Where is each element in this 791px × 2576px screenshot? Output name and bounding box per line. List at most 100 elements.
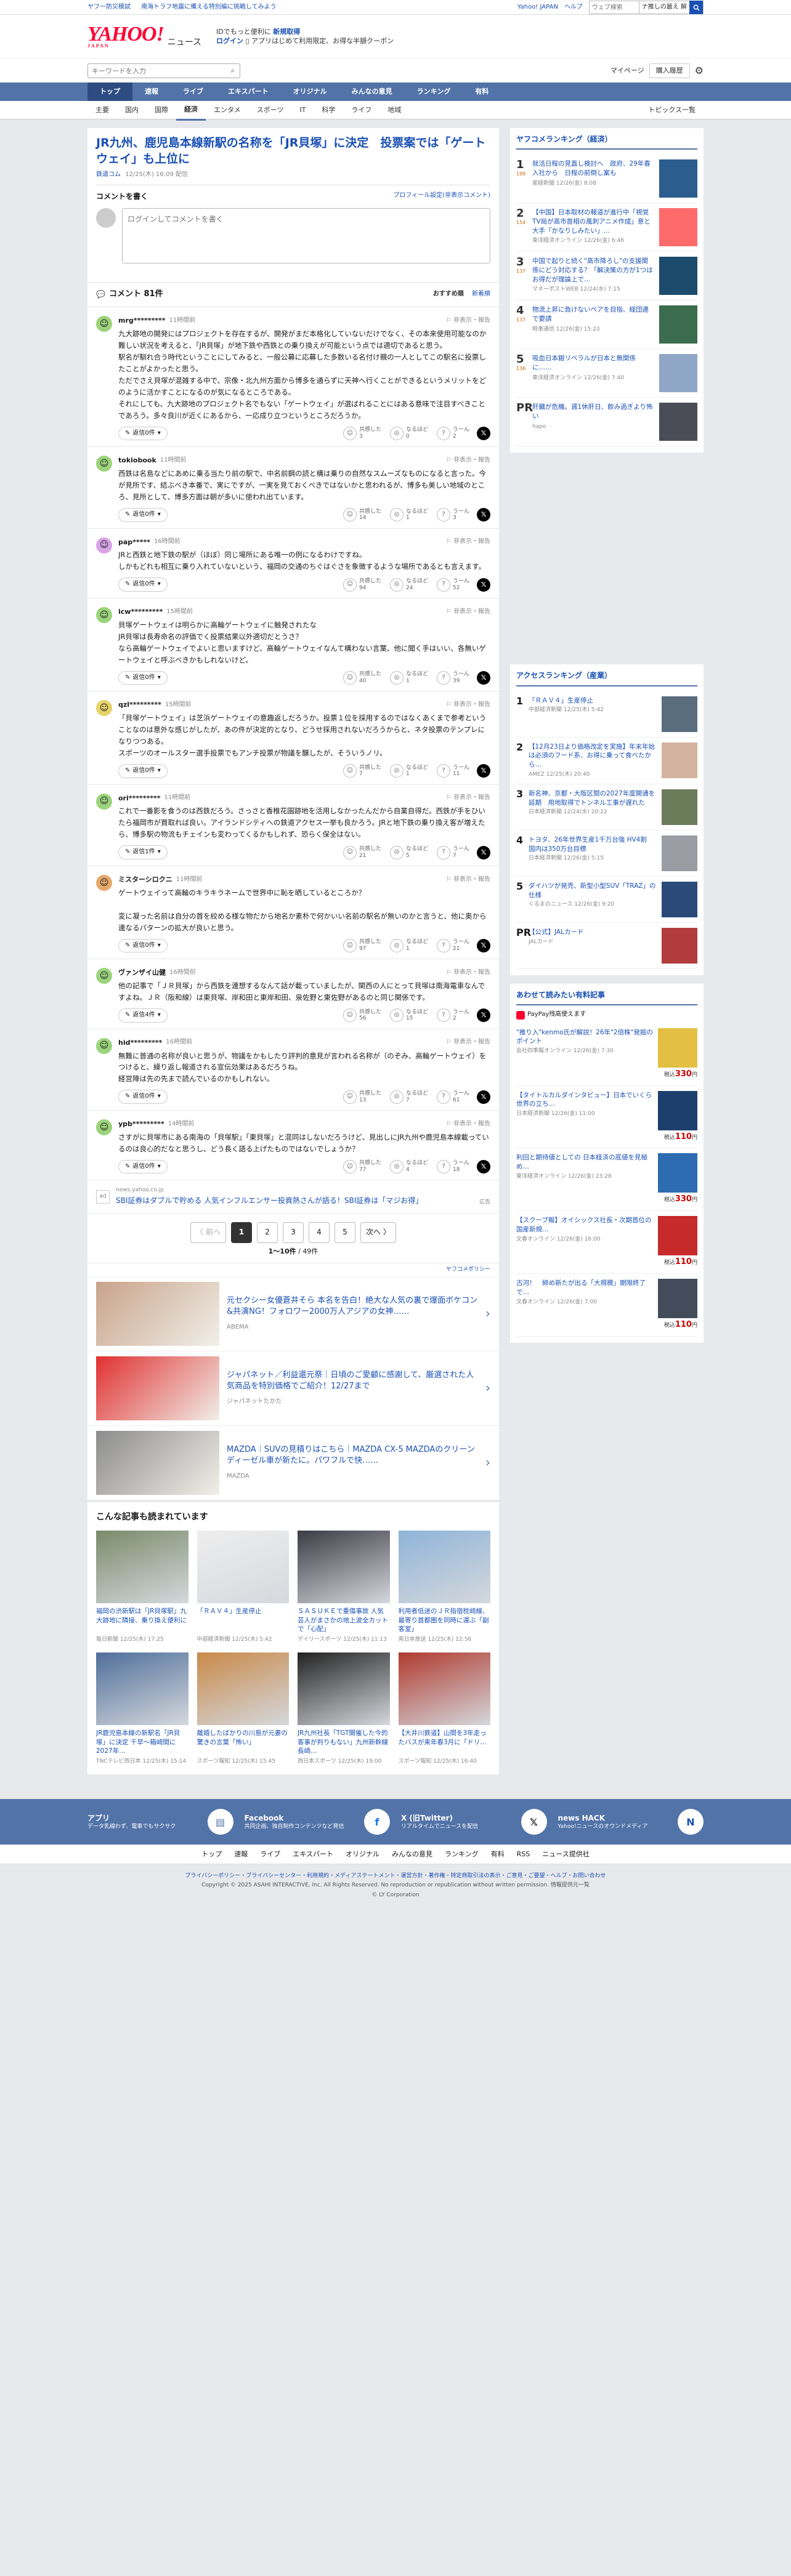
ranking-item[interactable]: 5 136 吸血日本銀リベラルが日本と無関係に…… 東洋経済オンライン 12/26(金… bbox=[516, 349, 697, 398]
footer-nav-item[interactable]: ライブ bbox=[260, 1849, 280, 1859]
comment-username[interactable]: mrg********* bbox=[118, 316, 166, 326]
article-source[interactable]: 鉄道コム bbox=[96, 171, 121, 178]
access-ranking-item[interactable]: 3 新名神、京都・大阪区間の2027年度開通を延期 用地取得でトンネル工事が遅れた… bbox=[516, 784, 697, 831]
paid-article-item[interactable]: 古河！ 締め新たが出る「大規模」期限終了で… 文春オンライン 12/26(金) 7… bbox=[516, 1274, 697, 1337]
promo-coupon[interactable]: アプリはじめて利用限定、お得な半額クーポン bbox=[251, 37, 394, 45]
ranking-title[interactable]: 就活日程の見直し検討へ 政府、29年春入社から 日程の前倒し案も bbox=[532, 159, 654, 177]
report-link[interactable]: ⚐ 非表示・報告 bbox=[446, 537, 490, 547]
login-link[interactable]: ログイン bbox=[216, 37, 243, 45]
category-nav-item[interactable]: スポーツ bbox=[249, 101, 292, 119]
ranking-title[interactable]: 肝臓が危機。週1休肝日、飲み過ぎより怖い bbox=[532, 403, 654, 421]
topics-list-link[interactable]: トピックス一覧 bbox=[640, 101, 704, 119]
x-share-icon[interactable]: 𝕏 bbox=[477, 670, 490, 685]
footer-nav-item[interactable]: RSS bbox=[517, 1849, 530, 1859]
category-nav-item[interactable]: 経済 bbox=[176, 100, 206, 121]
util-link-yahoo[interactable]: Yahoo! JAPAN bbox=[517, 3, 558, 12]
util-link-nankai[interactable]: 南海トラフ地震に備える特別編に挑戦してみよう bbox=[141, 4, 276, 10]
access-ranking-title[interactable]: 新名神、京都・大阪区間の2027年度開通を延期 用地取得でトンネル工事が遅れた bbox=[529, 789, 657, 807]
ad-title[interactable]: MAZDA｜SUVの見積りはこちら｜MAZDA CX-5 MAZDAのクリーンデ… bbox=[227, 1444, 479, 1468]
card-title[interactable]: 離婚したばかりの川島が元妻の驚きの言葉「怖い」 bbox=[197, 1729, 290, 1756]
x-share-icon[interactable]: 𝕏 bbox=[477, 1160, 490, 1174]
hmm-button[interactable]: ? うーん 18 bbox=[436, 1160, 469, 1174]
reply-button[interactable]: ✎ 返信0件 ▾ bbox=[118, 938, 168, 953]
ranking-title[interactable]: 中国で起りと続く"高市降ろし"の支援関係にどう対応する？「解決策の方が1つはお得… bbox=[532, 257, 654, 284]
mypage-link[interactable]: マイページ bbox=[610, 66, 644, 76]
also-read-card[interactable]: 「ＲＡＶ４」生産停止 中部経済新聞 12/25(木) 5:42 bbox=[197, 1531, 289, 1644]
pager-page[interactable]: 5 bbox=[335, 1222, 355, 1243]
access-ranking-item[interactable]: 4 トヨタ、26年世界生産1千万台強 HV4割 国内は350万台目標 日本経済新聞 … bbox=[516, 831, 697, 877]
comment-username[interactable]: qzl********* bbox=[118, 700, 161, 710]
report-link[interactable]: ⚐ 非表示・報告 bbox=[446, 1038, 490, 1047]
footer-nav-item[interactable]: ランキング bbox=[445, 1849, 479, 1859]
ranking-title[interactable]: 【中国】日本取材の報道が進行中「視覚TV局が高市首相の風刺アニメ作成」意と大手「… bbox=[532, 208, 654, 235]
card-title[interactable]: JR九州社長「TGT開催した今的客事が判りもない」九州新幹線長崎… bbox=[298, 1729, 390, 1756]
ad-title[interactable]: ジャパネット／利益還元祭｜日頃のご愛顧に感謝して、厳選された人気商品を特別価格で… bbox=[227, 1370, 479, 1393]
insight-button[interactable]: ◎ なるほど 1 bbox=[389, 508, 428, 522]
user-avatar-icon[interactable]: ☺ bbox=[96, 1119, 112, 1135]
card-title[interactable]: 利用者低迷のＪＲ指宿枕崎線、最寄り首都圏を同時に運ぶ「副客室」 bbox=[399, 1607, 491, 1634]
insight-button[interactable]: ◎ なるほど 0 bbox=[389, 426, 428, 440]
report-link[interactable]: ⚐ 非表示・報告 bbox=[446, 875, 490, 885]
ranking-title[interactable]: 物流上昇に負けないペアを目指、経団連で要請 bbox=[532, 305, 654, 323]
hmm-button[interactable]: ? うーん 61 bbox=[436, 1090, 469, 1104]
footer-app-item[interactable]: X (旧Twitter) リアルタイムでニュースを配信 𝕏 bbox=[401, 1809, 547, 1835]
hmm-button[interactable]: ? うーん 3 bbox=[436, 508, 469, 522]
sort-newest[interactable]: 新着順 bbox=[472, 291, 490, 297]
paid-article-item[interactable]: 利回と期待値としての 日本経済の底値を見極め… 東洋経済オンライン 12/26(金… bbox=[516, 1148, 697, 1212]
also-read-card[interactable]: 離婚したばかりの川島が元妻の驚きの言葉「怖い」 スポーツ報知 12/25(木) 1… bbox=[197, 1652, 290, 1766]
reply-button[interactable]: ✎ 返信0件 ▾ bbox=[118, 1159, 168, 1174]
insight-button[interactable]: ◎ なるほど 1 bbox=[389, 670, 428, 685]
access-ranking-title[interactable]: ダイハツが発売、新型小型SUV「TRAZ」の仕様 bbox=[529, 882, 657, 900]
agree-button[interactable]: ☺ 共感した 7 bbox=[343, 764, 381, 778]
agree-button[interactable]: ☺ 共感した 56 bbox=[343, 1008, 381, 1023]
sponsor-label[interactable]: ヤフコメポリシー bbox=[87, 1262, 499, 1276]
report-link[interactable]: ⚐ 非表示・報告 bbox=[446, 794, 490, 803]
category-nav-item[interactable]: IT bbox=[291, 101, 314, 119]
footer-app-item[interactable]: アプリ データ乳線わず、電車でもサクサク ▤ bbox=[87, 1809, 233, 1835]
purchase-history-button[interactable]: 購入履歴 bbox=[649, 63, 690, 78]
footer-nav-item[interactable]: みんなの意見 bbox=[392, 1849, 432, 1859]
main-nav-item[interactable]: オリジナル bbox=[281, 83, 339, 101]
main-nav-item[interactable]: みんなの意見 bbox=[339, 83, 405, 101]
insight-button[interactable]: ◎ なるほど 15 bbox=[389, 1008, 428, 1023]
yahoo-logo[interactable]: YAHOO! JAPAN ニュース bbox=[87, 24, 201, 49]
access-ranking-item[interactable]: 5 ダイハツが発売、新型小型SUV「TRAZ」の仕様 くるまのニュース 12/26(… bbox=[516, 877, 697, 923]
main-nav-item[interactable]: 有料 bbox=[463, 83, 501, 101]
category-nav-item[interactable]: エンタメ bbox=[206, 101, 249, 119]
insight-button[interactable]: ◎ なるほど 5 bbox=[389, 845, 428, 859]
agree-button[interactable]: ☺ 共感した 21 bbox=[343, 845, 381, 859]
report-link[interactable]: ⚐ 非表示・報告 bbox=[446, 316, 490, 326]
footer-links[interactable]: プライバシーポリシー・プライバシーセンター・利用規約・メディアステートメント・運… bbox=[0, 1872, 791, 1881]
report-link[interactable]: ⚐ 非表示・報告 bbox=[446, 701, 490, 710]
user-avatar-icon[interactable]: ☺ bbox=[96, 793, 112, 810]
footer-nav-item[interactable]: 速報 bbox=[234, 1849, 248, 1859]
paid-title[interactable]: "推り入"kenmo氏が解説！26年"2倍株"発掘のポイント bbox=[516, 1028, 653, 1046]
user-avatar-icon[interactable]: ☺ bbox=[96, 456, 112, 472]
also-read-card[interactable]: JR鹿児島本線の新駅名「JR貝塚」に決定 千早〜箱崎間に2027年… TNCテレビ… bbox=[96, 1652, 189, 1766]
comment-username[interactable]: hid********* bbox=[118, 1038, 162, 1048]
x-share-icon[interactable]: 𝕏 bbox=[477, 1008, 490, 1023]
hmm-button[interactable]: ? うーん 21 bbox=[436, 938, 469, 952]
comment-username[interactable]: icw********* bbox=[118, 607, 163, 617]
keyword-search-input[interactable] bbox=[88, 64, 226, 78]
comment-input[interactable] bbox=[122, 208, 490, 264]
card-title[interactable]: 福岡の渋新駅は「JR貝塚駅」九大跡地に隣接、乗り換え便利に bbox=[96, 1607, 189, 1634]
comment-username[interactable]: ypb********* bbox=[118, 1119, 164, 1129]
hmm-button[interactable]: ? うーん 7 bbox=[436, 845, 469, 859]
access-ranking-title[interactable]: 【12月23日より価格改定を実施】年末年始は必須のフード系、お得に乗って食べたか… bbox=[529, 743, 657, 770]
x-share-icon[interactable]: 𝕏 bbox=[477, 845, 490, 859]
hmm-button[interactable]: ? うーん 2 bbox=[436, 426, 469, 440]
category-nav-item[interactable]: 主要 bbox=[87, 101, 117, 119]
reply-button[interactable]: ✎ 返信1件 ▾ bbox=[118, 845, 168, 859]
agree-button[interactable]: ☺ 共感した 97 bbox=[343, 938, 381, 952]
ad-title[interactable]: SBI証券はダブルで貯める 人気インフルエンサー投資熱さんが語る！SBI証券は「… bbox=[116, 1196, 423, 1206]
search-icon[interactable] bbox=[689, 1, 703, 14]
ranking-item[interactable]: PR 肝臓が危機。週1休肝日、飲み過ぎより怖い hapo bbox=[516, 398, 697, 447]
user-avatar-icon[interactable]: ☺ bbox=[96, 606, 112, 623]
sort-recommended[interactable]: おすすめ順 bbox=[433, 291, 464, 297]
inline-ad[interactable]: ad news.yahoo.co.jp SBI証券はダブルで貯める 人気インフル… bbox=[87, 1180, 499, 1214]
comment-username[interactable]: ori********* bbox=[118, 794, 161, 803]
comment-username[interactable]: tokiobook bbox=[118, 456, 156, 465]
main-nav-item[interactable]: トップ bbox=[87, 83, 132, 101]
paid-title[interactable]: 【スクープ報】オイシックス社長・次期首位の国産新規… bbox=[516, 1216, 653, 1234]
